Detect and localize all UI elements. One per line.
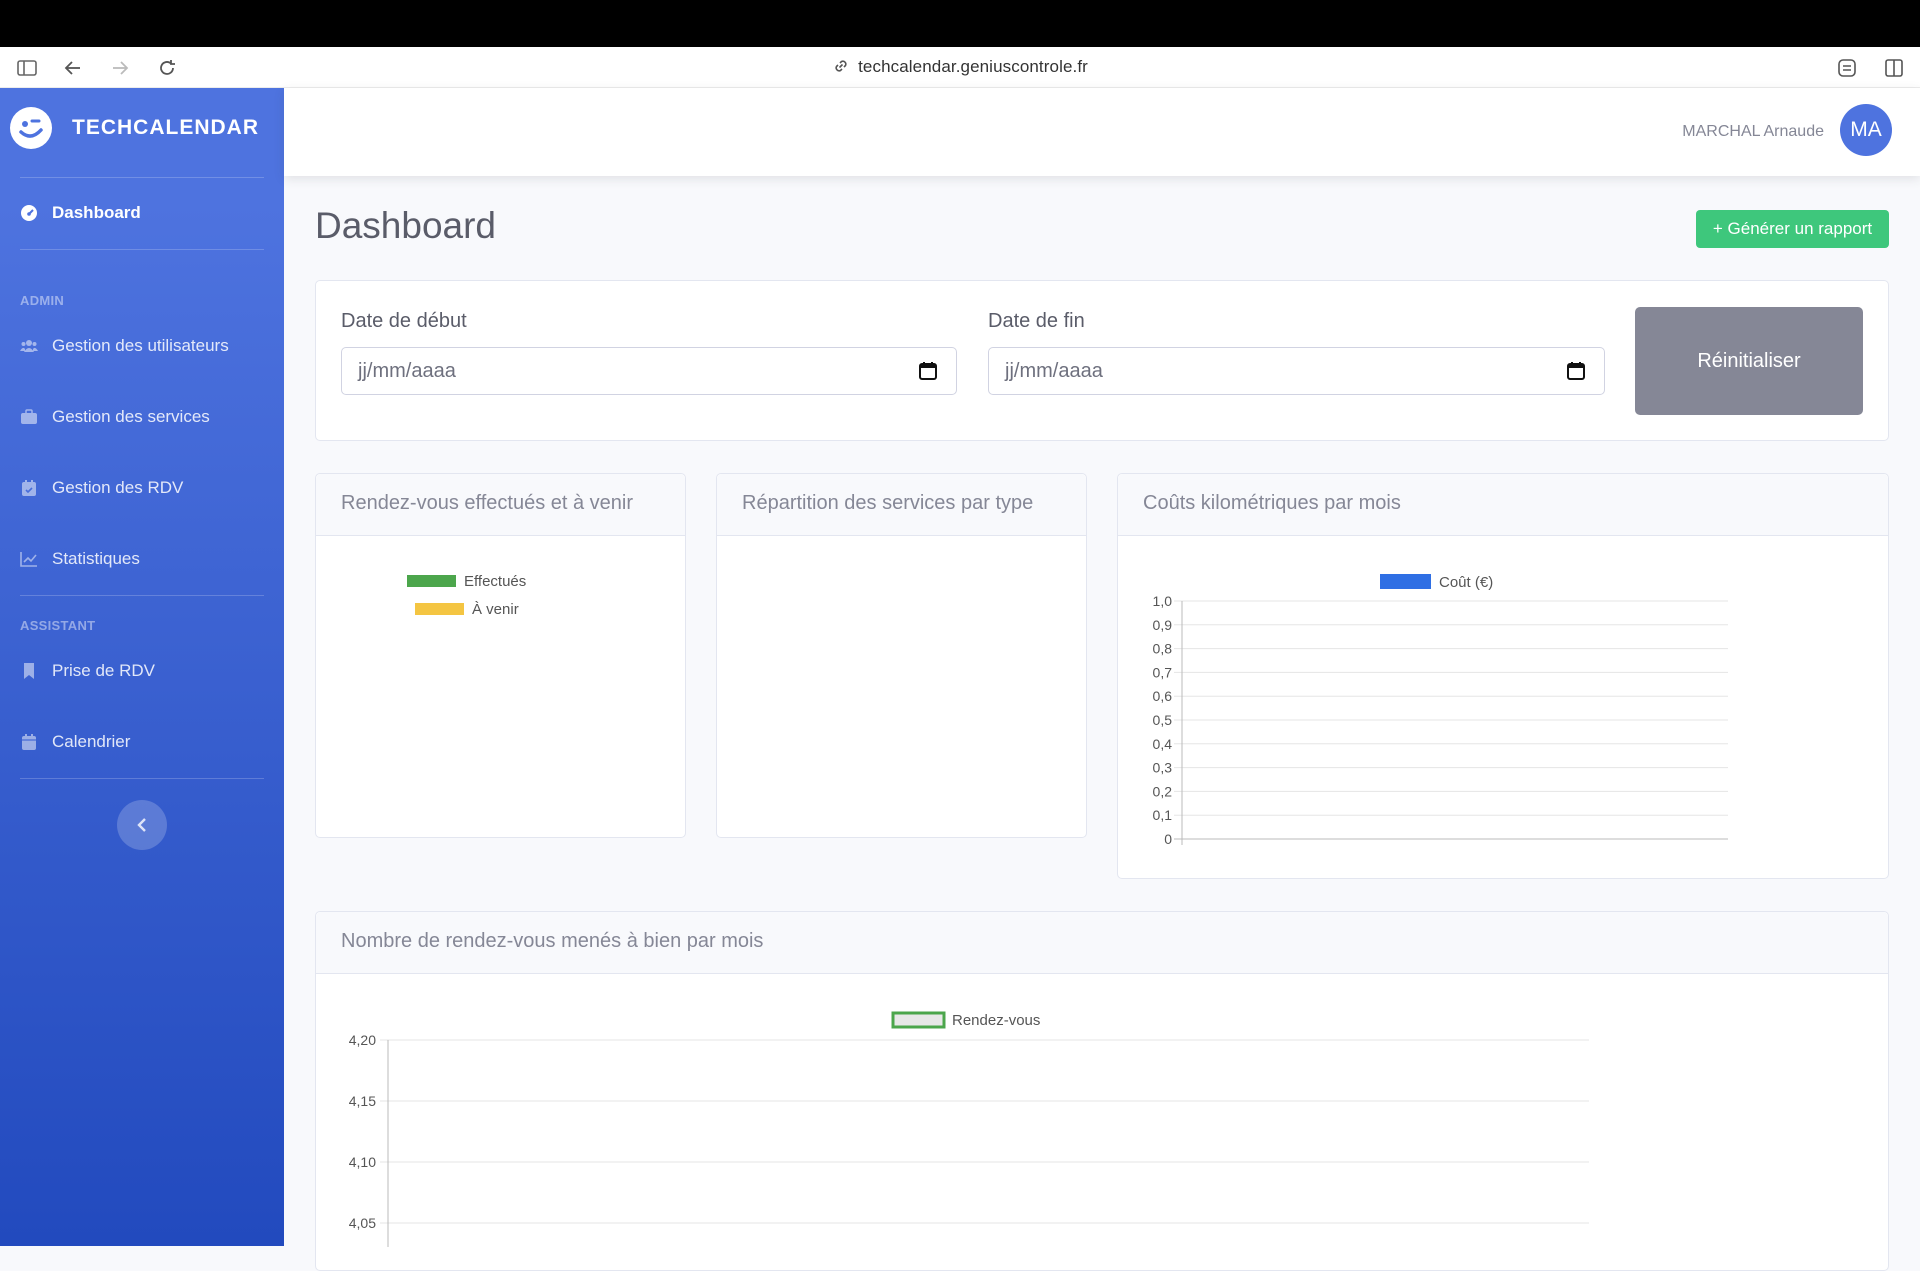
legend-label-a-venir[interactable]: À venir (472, 601, 519, 618)
y-tick-label: 0,3 (1153, 760, 1173, 776)
legend-label-rendez-vous[interactable]: Rendez-vous (952, 1012, 1040, 1029)
sidebar-item-label: Gestion des services (52, 407, 210, 426)
sidebar: TECHCALENDAR Dashboard ADMIN Gestion des… (0, 88, 284, 1246)
y-tick-label: 1,0 (1153, 593, 1173, 609)
sidebar-item-booking[interactable]: Prise de RDV (20, 656, 270, 686)
y-tick-label: 0,2 (1153, 783, 1173, 799)
address-bar[interactable]: techcalendar.geniuscontrole.fr (0, 57, 1920, 77)
calendar-picker-icon[interactable] (918, 361, 938, 381)
end-date-placeholder: jj/mm/aaaa (1005, 360, 1103, 382)
bookmark-icon (24, 663, 34, 679)
monthly-line-chart: Rendez-vous 4,20 4,15 4,10 4,05 (349, 1011, 1589, 1247)
legend-swatch-rendez-vous (891, 1011, 946, 1029)
rdv-pie-chart: Effectués À venir (407, 573, 526, 618)
tachometer-icon (21, 205, 37, 221)
sidebar-item-services[interactable]: Gestion des services (20, 402, 270, 432)
y-tick-label: 0,6 (1153, 688, 1173, 704)
start-date-label: Date de début (341, 310, 467, 332)
generate-report-button[interactable]: + Générer un rapport (1696, 210, 1889, 248)
card-title: Rendez-vous effectués et à venir (316, 474, 685, 536)
avatar[interactable]: MA (1840, 104, 1892, 156)
end-date-input[interactable]: jj/mm/aaaa (988, 347, 1605, 395)
costs-bar-chart: Coût (€) 1,0 0,9 0,8 0,7 0,6 0,5 0,4 0,3 0,2 0,1 0 (1153, 574, 1728, 847)
legend-label-cout[interactable]: Coût (€) (1439, 574, 1493, 591)
sidebar-heading-admin: ADMIN (20, 293, 65, 308)
top-navbar: MARCHAL Arnaude MA (284, 88, 1920, 176)
sidebar-item-dashboard[interactable]: Dashboard (20, 198, 270, 228)
sidebar-item-users[interactable]: Gestion des utilisateurs (20, 331, 270, 361)
sidebar-item-label: Prise de RDV (52, 661, 155, 680)
sidebar-divider (20, 595, 264, 596)
brand-name: TECHCALENDAR (72, 116, 259, 139)
extension-icon[interactable] (1836, 57, 1858, 79)
calendar-check-icon (22, 480, 36, 496)
end-date-label: Date de fin (988, 310, 1085, 332)
sidebar-divider (20, 778, 264, 779)
sidebar-item-label: Gestion des RDV (52, 478, 184, 497)
sidebar-heading-assistant: ASSISTANT (20, 618, 96, 633)
sidebar-item-label: Gestion des utilisateurs (52, 336, 229, 355)
legend-swatch-effectues (407, 575, 456, 587)
card-title: Répartition des services par type (717, 474, 1086, 536)
sidebar-item-calendar[interactable]: Calendrier (20, 727, 270, 757)
sidebar-item-stats[interactable]: Statistiques (20, 544, 270, 574)
window-top-bar (0, 0, 1920, 47)
y-tick-label: 0,5 (1153, 712, 1173, 728)
start-date-placeholder: jj/mm/aaaa (358, 360, 456, 382)
chevron-left-icon (137, 818, 146, 832)
page-title: Dashboard (315, 205, 497, 246)
calendar-icon (22, 734, 36, 750)
costs-chart-card: Coûts kilométriques par mois Coût (€) 1,… (1117, 473, 1889, 879)
brand-logo-icon (10, 107, 52, 149)
split-view-icon[interactable] (1883, 57, 1905, 79)
y-tick-label: 0 (1164, 831, 1172, 847)
brand-link[interactable]: TECHCALENDAR (10, 107, 259, 149)
y-tick-label: 4,05 (349, 1215, 376, 1231)
users-icon (20, 340, 38, 352)
chart-line-icon (20, 552, 37, 567)
y-tick-label: 0,1 (1153, 807, 1173, 823)
sidebar-item-label: Dashboard (52, 203, 141, 222)
y-tick-label: 0,8 (1153, 641, 1173, 657)
card-title: Coûts kilométriques par mois (1118, 474, 1888, 536)
y-tick-label: 4,15 (349, 1093, 376, 1109)
services-chart-card: Répartition des services par type (716, 473, 1087, 838)
link-icon (832, 57, 850, 75)
legend-swatch-cout (1380, 574, 1431, 589)
y-tick-label: 0,9 (1153, 617, 1173, 633)
sidebar-item-label: Statistiques (52, 549, 140, 568)
calendar-picker-icon[interactable] (1566, 361, 1586, 381)
legend-swatch-a-venir (415, 603, 464, 615)
sidebar-item-rdv[interactable]: Gestion des RDV (20, 473, 270, 503)
browser-toolbar: techcalendar.geniuscontrole.fr (0, 47, 1920, 88)
y-tick-label: 4,10 (349, 1154, 376, 1170)
reset-button[interactable]: Réinitialiser (1635, 307, 1863, 415)
start-date-input[interactable]: jj/mm/aaaa (341, 347, 957, 395)
sidebar-divider (20, 249, 264, 250)
y-tick-label: 0,4 (1153, 736, 1173, 752)
y-tick-label: 4,20 (349, 1032, 376, 1048)
briefcase-icon (21, 409, 37, 424)
sidebar-collapse-button[interactable] (117, 800, 167, 850)
legend-label-effectues[interactable]: Effectués (464, 573, 526, 590)
user-name[interactable]: MARCHAL Arnaude (1682, 123, 1824, 141)
card-title: Nombre de rendez-vous menés à bien par m… (316, 912, 1888, 974)
sidebar-item-label: Calendrier (52, 732, 131, 751)
y-tick-label: 0,7 (1153, 664, 1173, 680)
monthly-chart-card: Nombre de rendez-vous menés à bien par m… (315, 911, 1889, 1271)
url-text: techcalendar.geniuscontrole.fr (858, 57, 1088, 76)
rdv-chart-card: Rendez-vous effectués et à venir Effectu… (315, 473, 686, 838)
sidebar-divider (20, 177, 264, 178)
